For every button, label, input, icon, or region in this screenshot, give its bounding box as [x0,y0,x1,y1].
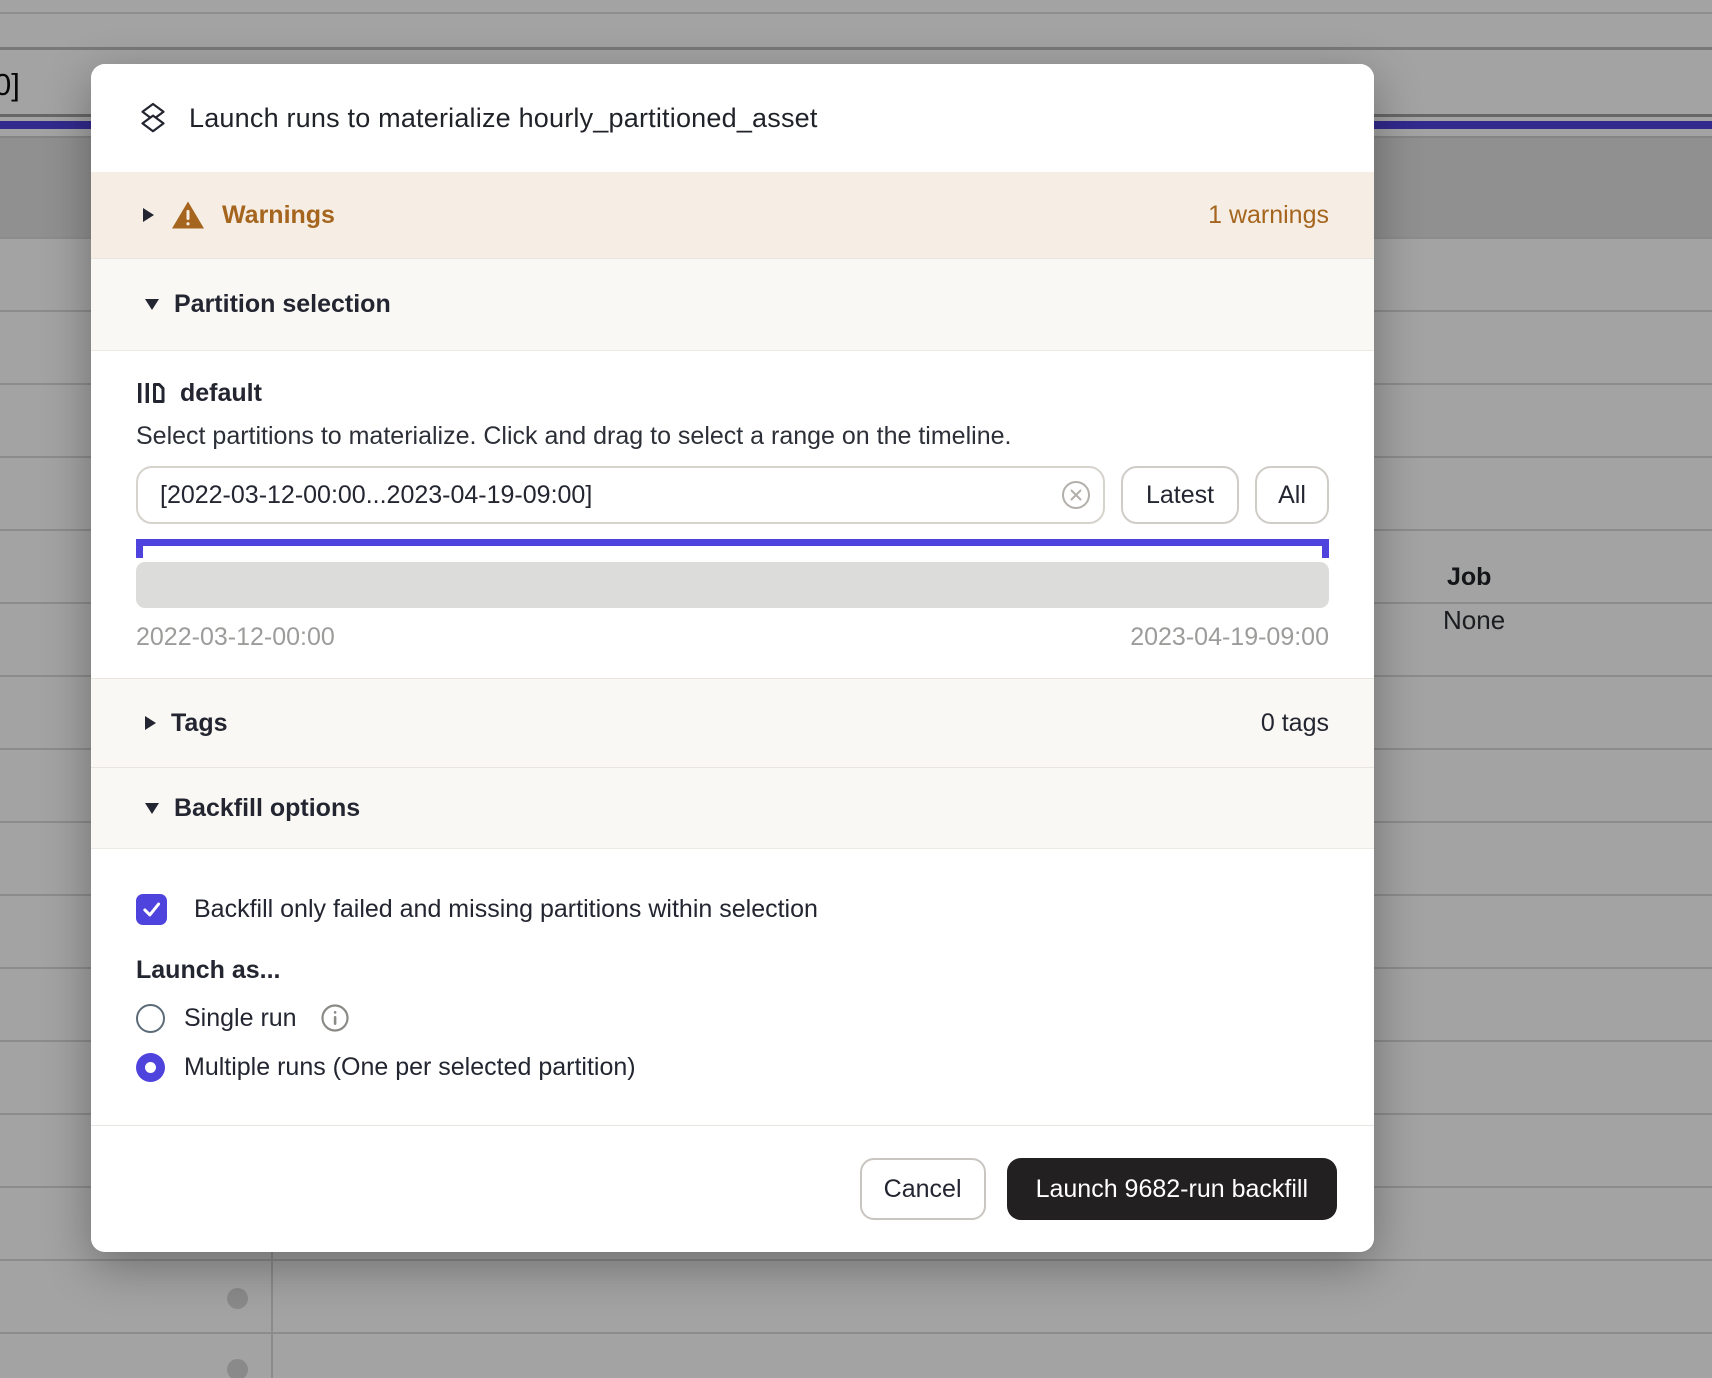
multiple-runs-radio[interactable] [136,1053,165,1082]
chevron-right-icon [145,716,156,730]
single-run-info-button[interactable] [320,1003,350,1033]
clear-selection-button[interactable] [1061,480,1091,510]
tags-count: 0 tags [1261,709,1329,738]
backfill-options-body: Backfill only failed and missing partiti… [91,848,1374,1125]
chevron-down-icon [145,299,159,310]
single-run-label: Single run [184,1004,297,1033]
partition-set-icon [136,378,166,408]
dialog-footer: Cancel Launch 9682-run backfill [91,1125,1374,1252]
screen: 0] Job None Launch runs to materialize h… [0,0,1712,1378]
dialog-header: Launch runs to materialize hourly_partit… [91,64,1374,172]
dialog-title: Launch runs to materialize hourly_partit… [189,103,818,134]
all-button[interactable]: All [1255,466,1329,524]
dimension-name: default [180,379,262,408]
warning-triangle-icon [171,200,205,230]
failed-missing-checkbox[interactable] [136,894,167,925]
partition-selection-description: Select partitions to materialize. Click … [136,422,1329,454]
warnings-count: 1 warnings [1208,201,1329,230]
multiple-runs-label: Multiple runs (One per selected partitio… [184,1053,636,1082]
latest-button[interactable]: Latest [1121,466,1239,524]
cancel-button[interactable]: Cancel [860,1158,986,1220]
partition-selection-toggle[interactable]: Partition selection [91,258,1374,350]
tags-section-toggle[interactable]: Tags 0 tags [91,678,1374,767]
partition-selection-title: Partition selection [174,290,391,319]
chevron-down-icon [145,803,159,814]
partition-timeline[interactable] [136,562,1329,608]
backfill-options-toggle[interactable]: Backfill options [91,767,1374,848]
timeline-start-label: 2022-03-12-00:00 [136,623,335,652]
info-icon [320,1003,350,1033]
circle-x-icon [1061,480,1091,510]
warnings-section-toggle[interactable]: Warnings 1 warnings [91,172,1374,258]
partition-selection-body: default Select partitions to materialize… [91,350,1374,678]
partition-range-input[interactable] [136,466,1105,524]
backfill-options-title: Backfill options [174,794,360,823]
launch-as-label: Launch as... [136,956,1329,985]
launch-backfill-dialog: Launch runs to materialize hourly_partit… [91,64,1374,1252]
tags-title: Tags [171,709,228,738]
single-run-radio[interactable] [136,1004,165,1033]
warnings-label: Warnings [222,201,335,230]
checkmark-icon [139,897,164,922]
chevron-right-icon [143,208,154,222]
selection-range-bracket [136,539,1329,558]
asset-layers-icon [136,101,170,135]
launch-backfill-button[interactable]: Launch 9682-run backfill [1007,1158,1337,1220]
failed-missing-checkbox-label: Backfill only failed and missing partiti… [194,895,818,924]
timeline-end-label: 2023-04-19-09:00 [1130,623,1329,652]
